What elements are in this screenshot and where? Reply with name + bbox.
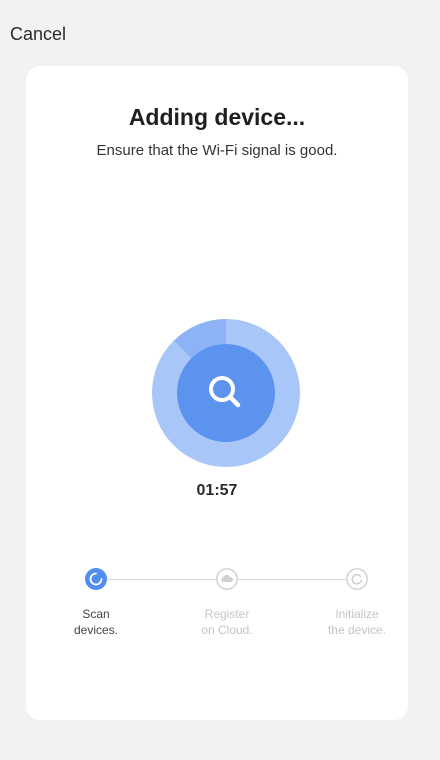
top-bar: Cancel [0,0,440,60]
page-title: Adding device... [128,104,306,130]
progress-spinner-icon [85,568,107,590]
step-label-scan: Scan devices. [73,607,119,637]
step-label-register: Register on Cloud. [201,607,253,637]
cancel-button[interactable]: Cancel [10,24,66,45]
cloud-icon [216,568,238,590]
step-label-initialize: Initialize the device. [327,607,387,637]
countdown-timer: 01:57 [196,482,238,499]
scanning-radar [152,319,300,467]
radar-inner-circle [177,344,275,442]
step-connector [238,579,346,580]
refresh-icon [346,568,368,590]
wifi-hint-text: Ensure that the Wi-Fi signal is good. [96,142,338,159]
step-connector [107,579,216,580]
adding-device-card: Adding device... Ensure that the Wi-Fi s… [26,66,408,720]
progress-steps: Scan devices. Register on Cloud. Initial… [26,566,408,646]
